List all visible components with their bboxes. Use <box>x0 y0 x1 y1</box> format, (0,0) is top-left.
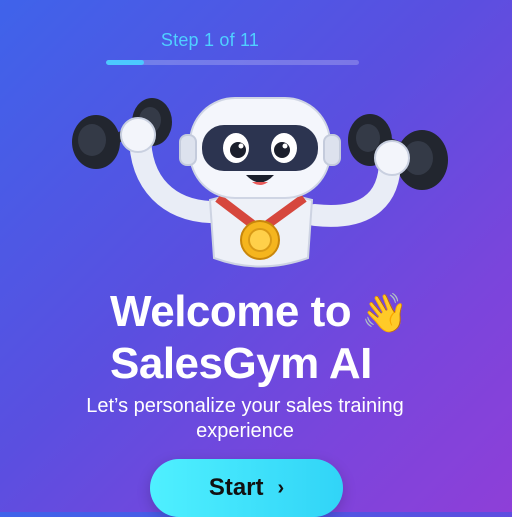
welcome-title: Welcome to 👋 SalesGym AI <box>110 287 440 389</box>
progress-bar <box>106 60 359 65</box>
step-indicator: Step 1 of 11 <box>160 30 260 50</box>
start-button-label: Start <box>208 474 264 501</box>
robot-mascot-illustration <box>72 97 448 268</box>
title-line-2: SalesGym AI <box>110 339 372 389</box>
chevron-right-icon: › <box>277 476 285 499</box>
start-button[interactable]: Start › <box>150 459 343 517</box>
title-line-1: Welcome to <box>110 287 352 336</box>
waving-hand-icon: 👋 <box>361 293 408 336</box>
subtitle-text: Let’s personalize your sales training ex… <box>86 395 404 442</box>
progress-bar-fill <box>106 60 144 65</box>
